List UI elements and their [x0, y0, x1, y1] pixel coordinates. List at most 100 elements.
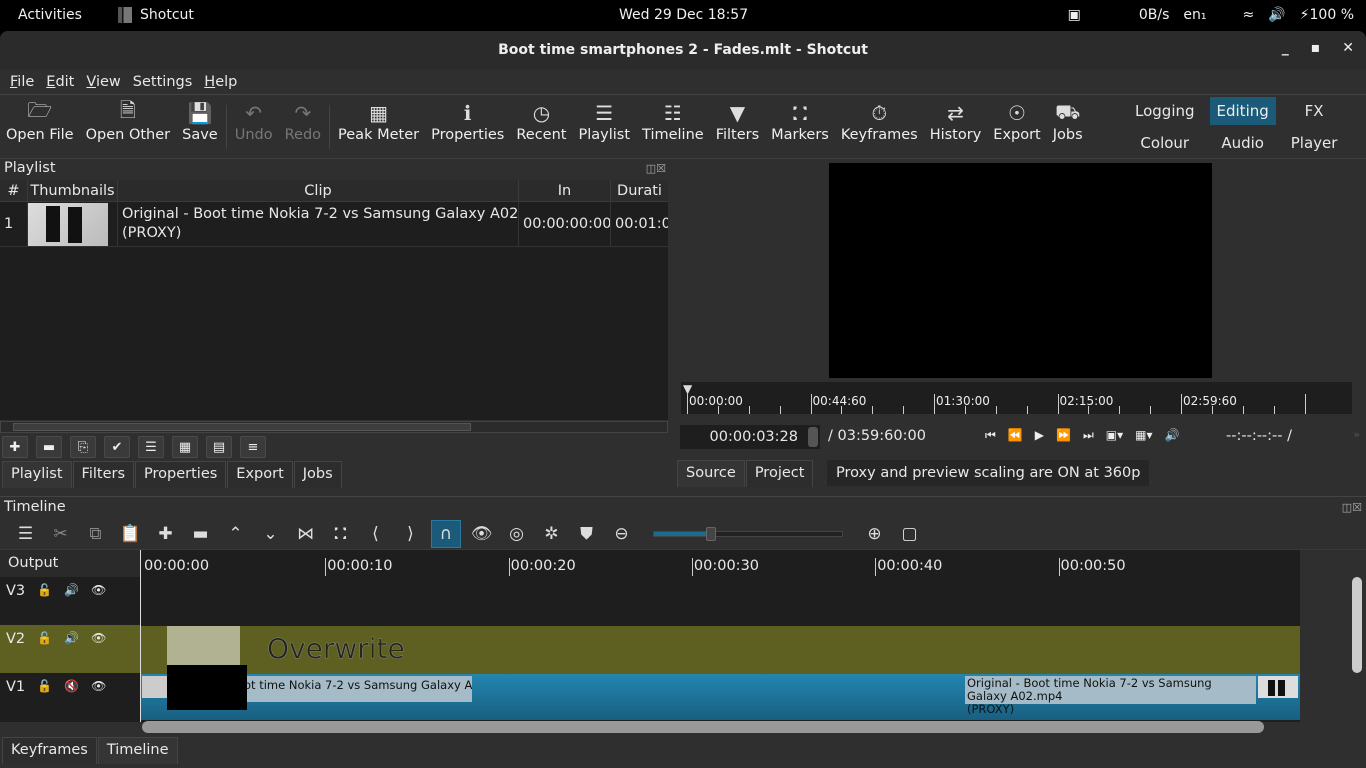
battery-icon[interactable]: ⚡100 %	[1300, 7, 1354, 23]
copy-icon[interactable]: ⧉	[78, 524, 113, 544]
activities-button[interactable]: Activities	[18, 7, 82, 23]
layout-logging[interactable]: Logging	[1128, 97, 1202, 125]
visibility-icon[interactable]: 👁	[91, 679, 106, 693]
tiles-view-icon[interactable]: ▦	[172, 436, 198, 458]
overwrite-icon[interactable]: ⌄	[253, 524, 288, 544]
close-panel-icon[interactable]: ☒	[656, 162, 666, 175]
skip-to-end-icon[interactable]: ⏭	[1083, 428, 1094, 443]
snap-icon[interactable]: ∩	[431, 519, 461, 548]
ripple-markers-icon[interactable]: ⛊	[569, 524, 604, 544]
layout-editing[interactable]: Editing	[1209, 97, 1276, 125]
keyframes-button[interactable]: ⏱ Keyframes	[835, 99, 924, 143]
col-clip[interactable]: Clip	[118, 180, 519, 201]
ripple-icon[interactable]: ◎	[499, 524, 534, 544]
float-icon[interactable]: ◫	[646, 162, 656, 175]
timeline-playhead[interactable]	[140, 550, 141, 722]
visibility-icon[interactable]: 👁	[91, 583, 106, 597]
recent-button[interactable]: ◷ Recent	[510, 99, 572, 143]
overflow-icon[interactable]: »	[1353, 428, 1360, 441]
tab-export[interactable]: Export	[227, 461, 293, 488]
timeline-menu-icon[interactable]: ☰	[8, 524, 43, 544]
split-icon[interactable]: ⋈	[288, 524, 323, 544]
layout-fx[interactable]: FX	[1284, 97, 1345, 125]
tab-source[interactable]: Source	[677, 460, 745, 487]
check-icon[interactable]: ✔	[104, 436, 130, 458]
menu-file[interactable]: File	[4, 74, 40, 90]
layout-colour[interactable]: Colour	[1128, 129, 1202, 157]
table-row[interactable]: 1 Original - Boot time Nokia 7-2 vs Sams…	[0, 202, 668, 247]
maximize-button[interactable]: ▪	[1311, 40, 1321, 56]
tab-playlist[interactable]: Playlist	[2, 461, 72, 488]
zoom-out-icon[interactable]: ⊖	[604, 524, 639, 544]
add-icon[interactable]: ✚	[2, 436, 28, 458]
markers-button[interactable]: ⛚ Markers	[765, 99, 835, 143]
close-button[interactable]: ✕	[1342, 40, 1354, 56]
timecode-input[interactable]: 00:00:03:28	[680, 425, 820, 449]
zoom-in-icon[interactable]: ⊕	[857, 524, 892, 544]
history-button[interactable]: ⇄ History	[924, 99, 988, 143]
keyboard-layout[interactable]: en₁	[1183, 7, 1206, 23]
output-track-header[interactable]: Output	[0, 550, 140, 577]
timeline-button[interactable]: ☷ Timeline	[636, 99, 710, 143]
lock-icon[interactable]: 🔓	[37, 631, 52, 645]
next-marker-icon[interactable]: ⟩	[393, 524, 428, 544]
audio-muted-icon[interactable]: 🔇	[64, 679, 79, 693]
timeline-vertical-scrollbar[interactable]	[1352, 577, 1362, 673]
ripple-delete-icon[interactable]: ▬	[183, 524, 218, 544]
playlist-table[interactable]: # Thumbnails Clip In Durati 1 Original -…	[0, 180, 668, 420]
lock-icon[interactable]: 🔓	[37, 583, 52, 597]
player-ruler[interactable]: ▼ 00:00:00 00:44:60 01:30:00 02:15:00 02:59:…	[681, 382, 1352, 414]
lock-icon[interactable]: 🔓	[37, 679, 52, 693]
col-thumbnails[interactable]: Thumbnails	[28, 180, 118, 201]
fast-forward-icon[interactable]: ⏩	[1056, 428, 1071, 443]
minimize-button[interactable]: _	[1282, 40, 1289, 56]
float-icon[interactable]: ◫	[1342, 501, 1352, 514]
paste-icon[interactable]: 📋	[113, 524, 148, 544]
video-preview[interactable]	[829, 163, 1212, 378]
menu-view[interactable]: View	[80, 74, 126, 90]
volume-icon[interactable]: 🔊	[1165, 428, 1180, 443]
zoom-fit-icon[interactable]: ▢	[892, 524, 927, 544]
menu-settings[interactable]: Settings	[127, 74, 198, 90]
screenshot-icon[interactable]: ▣	[1068, 7, 1081, 23]
save-button[interactable]: 💾 Save	[176, 99, 224, 143]
volume-icon[interactable]: 🔊	[1268, 7, 1285, 23]
skip-to-start-icon[interactable]: ⏮	[985, 428, 996, 443]
tab-timeline[interactable]: Timeline	[97, 737, 178, 764]
jobs-button[interactable]: ⛟ Jobs	[1047, 99, 1089, 144]
previous-marker-icon[interactable]: ⟨	[358, 524, 393, 544]
tab-properties[interactable]: Properties	[135, 461, 227, 488]
export-button[interactable]: ☉ Export	[987, 99, 1046, 143]
menu-help[interactable]: Help	[198, 74, 243, 90]
v2-track[interactable]: Overwrite	[140, 626, 1300, 674]
redo-button[interactable]: ↷ Redo	[279, 99, 327, 143]
timeline-horizontal-scrollbar[interactable]	[142, 721, 1264, 733]
scrollbar-thumb[interactable]	[13, 423, 471, 431]
scrub-icon[interactable]: 👁	[464, 524, 499, 544]
system-tray[interactable]: ▣ 0B/s en₁ ≈ 🔊 ⚡100 %	[1068, 7, 1354, 23]
menu-icon[interactable]: ≡	[240, 436, 266, 458]
v1-track[interactable]: ot time Nokia 7-2 vs Samsung Galaxy A02.…	[140, 674, 1300, 720]
col-in[interactable]: In	[519, 180, 611, 201]
rewind-icon[interactable]: ⏪	[1008, 428, 1023, 443]
open-other-button[interactable]: 🗎 Open Other	[80, 98, 177, 143]
update-icon[interactable]: ⎘	[70, 436, 96, 458]
lift-icon[interactable]: ⌃	[218, 524, 253, 544]
open-file-button[interactable]: 🗁 Open File	[0, 98, 80, 143]
tab-keyframes[interactable]: Keyframes	[2, 737, 97, 764]
icons-view-icon[interactable]: ▤	[206, 436, 232, 458]
close-panel-icon[interactable]: ☒	[1352, 501, 1362, 514]
v1-clip-end-label[interactable]: Original - Boot time Nokia 7-2 vs Samsun…	[965, 676, 1256, 716]
app-menu[interactable]: Shotcut	[118, 7, 194, 23]
peak-meter-button[interactable]: ▦ Peak Meter	[332, 99, 425, 143]
wifi-icon[interactable]: ≈	[1243, 7, 1255, 23]
v2-clip[interactable]	[167, 626, 240, 666]
properties-button[interactable]: ℹ Properties	[425, 99, 510, 143]
timecode-spinner[interactable]	[808, 427, 818, 447]
timeline-area[interactable]: Overwrite ot time Nokia 7-2 vs Samsung G…	[140, 550, 1300, 722]
zoom-slider-knob[interactable]	[706, 526, 716, 541]
track-header-v2[interactable]: V2 🔓 🔊 👁	[0, 625, 140, 673]
playlist-button[interactable]: ☰ Playlist	[572, 99, 636, 143]
tab-project[interactable]: Project	[745, 460, 814, 487]
visibility-icon[interactable]: 👁	[91, 631, 106, 645]
